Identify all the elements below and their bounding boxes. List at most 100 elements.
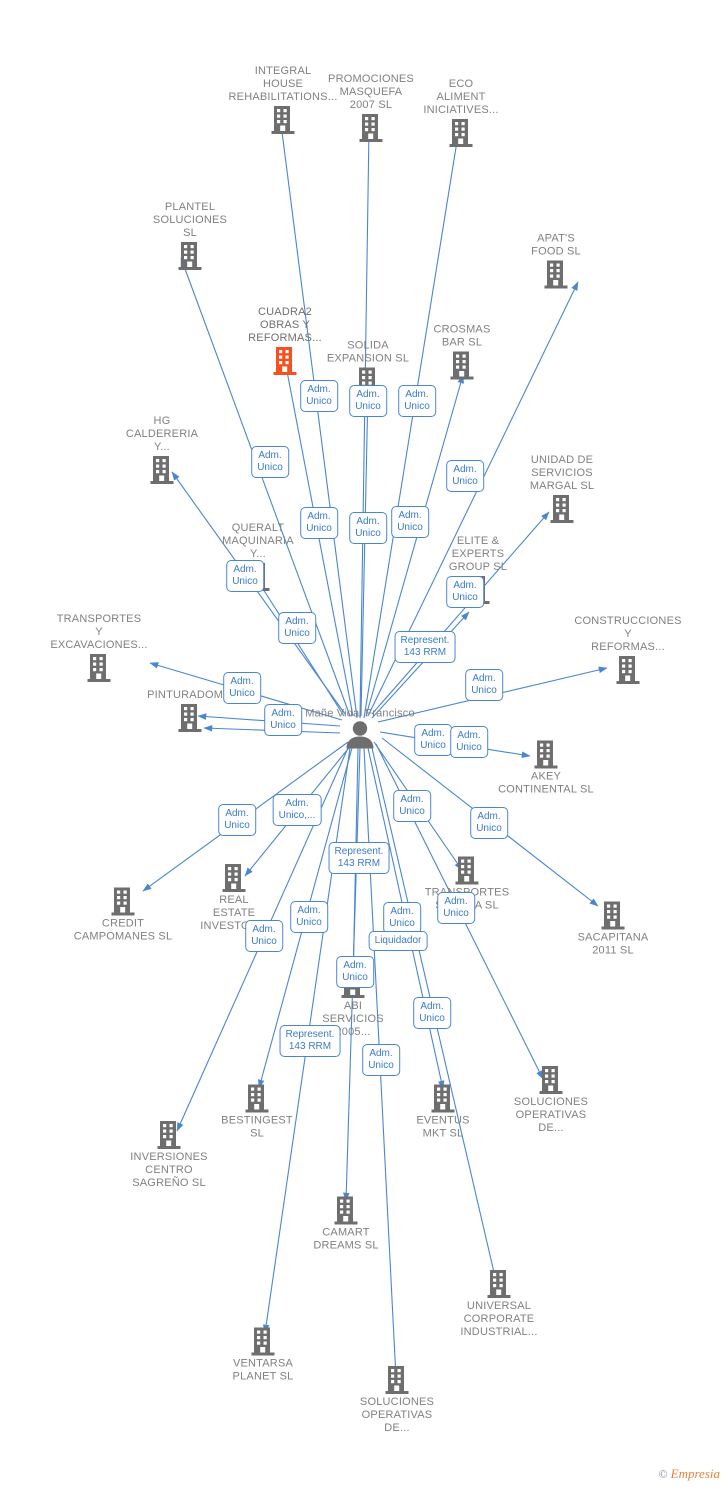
relationship-label[interactable]: Adm. Unico <box>251 446 289 478</box>
company-label-transportes-exc: TRANSPORTES Y EXCAVACIONES... <box>50 613 148 651</box>
company-node-universal-corporate[interactable]: UNIVERSAL CORPORATE INDUSTRIAL... <box>439 1269 559 1339</box>
company-node-transportes-exc[interactable]: TRANSPORTES Y EXCAVACIONES... <box>39 613 159 683</box>
relationship-label[interactable]: Adm. Unico <box>245 920 283 952</box>
building-icon <box>496 260 616 290</box>
company-label-akey-continental: AKEY CONTINENTAL SL <box>498 770 594 796</box>
relationship-label[interactable]: Adm. Unico <box>393 790 431 822</box>
company-label-ventarsa-planet: VENTARSA PLANET SL <box>232 1357 294 1383</box>
building-icon <box>402 351 522 381</box>
relationship-label[interactable]: Adm. Unico <box>336 956 374 988</box>
building-icon <box>102 455 222 485</box>
company-node-akey-continental[interactable]: AKEY CONTINENTAL SL <box>486 740 606 797</box>
relationship-label[interactable]: Adm. Unico <box>437 892 475 924</box>
building-icon <box>491 1065 611 1095</box>
building-icon <box>407 856 527 886</box>
company-node-plantel-soluciones[interactable]: PLANTEL SOLUCIONES SL <box>130 201 250 271</box>
center-person-node[interactable]: Mañe Vidal Francisco <box>300 708 420 749</box>
company-node-sacapitana[interactable]: SACAPITANA 2011 SL <box>553 901 673 958</box>
company-label-eco-aliment: ECO ALIMENT INICIATIVES... <box>423 78 499 116</box>
company-label-unidad-margal: UNIDAD DE SERVICIOS MARGAL SL <box>529 454 595 492</box>
company-label-soluciones-op-right: SOLUCIONES OPERATIVAS DE... <box>513 1096 589 1134</box>
company-node-credit-campomanes[interactable]: CREDIT CAMPOMANES SL <box>63 887 183 944</box>
company-label-hg-caldereria: HG CALDERERIA Y... <box>125 415 199 453</box>
building-icon <box>439 1269 559 1299</box>
edge-queralt-maquinaria[interactable] <box>255 577 345 717</box>
company-node-unidad-margal[interactable]: UNIDAD DE SERVICIOS MARGAL SL <box>502 454 622 524</box>
company-node-soluciones-op-bottom[interactable]: SOLUCIONES OPERATIVAS DE... <box>337 1365 457 1435</box>
company-label-crosmas-bar: CROSMAS BAR SL <box>433 323 491 349</box>
relationship-graph: INTEGRAL HOUSE REHABILITATIONS... PROMOCI… <box>0 0 728 1500</box>
building-icon <box>486 740 606 770</box>
relationship-label[interactable]: Adm. Unico <box>465 669 503 701</box>
person-icon <box>300 721 420 749</box>
company-node-crosmas-bar[interactable]: CROSMAS BAR SL <box>402 324 522 381</box>
relationship-label[interactable]: Adm. Unico <box>383 902 421 934</box>
company-node-ventarsa-planet[interactable]: VENTARSA PLANET SL <box>203 1327 323 1384</box>
relationship-label[interactable]: Adm. Unico <box>413 997 451 1029</box>
building-icon <box>203 1327 323 1357</box>
center-person-label: Mañe Vidal Francisco <box>305 707 415 720</box>
building-icon <box>383 1084 503 1114</box>
building-icon <box>39 653 159 683</box>
building-icon <box>109 1120 229 1150</box>
company-label-elite-experts: ELITE & EXPERTS GROUP SL <box>448 535 508 573</box>
company-label-sacapitana: SACAPITANA 2011 SL <box>577 931 649 957</box>
relationship-label[interactable]: Adm. Unico <box>349 512 387 544</box>
building-icon <box>502 494 622 524</box>
building-icon <box>130 703 250 733</box>
building-icon <box>197 1084 317 1114</box>
edge-promociones-masquefa[interactable] <box>359 129 373 719</box>
company-node-eco-aliment[interactable]: ECO ALIMENT INICIATIVES... <box>401 78 521 148</box>
company-node-eventus-mkt[interactable]: EVENTUS MKT SL <box>383 1084 503 1141</box>
building-icon <box>337 1365 457 1395</box>
company-label-inversiones-sagreno: INVERSIONES CENTRO SAGREÑO SL <box>130 1151 208 1189</box>
company-label-soluciones-op-bottom: SOLUCIONES OPERATIVAS DE... <box>359 1396 435 1434</box>
relationship-label[interactable]: Adm. Unico <box>300 507 338 539</box>
company-node-soluciones-op-right[interactable]: SOLUCIONES OPERATIVAS DE... <box>491 1065 611 1135</box>
company-node-camart-dreams[interactable]: CAMART DREAMS SL <box>286 1196 406 1253</box>
relationship-label[interactable]: Represent. 143 RRM <box>279 1025 341 1057</box>
building-icon <box>286 1196 406 1226</box>
relationship-label[interactable]: Represent. 143 RRM <box>328 842 390 874</box>
edge-layer <box>142 123 608 1379</box>
relationship-label[interactable]: Adm. Unico <box>362 1044 400 1076</box>
relationship-label[interactable]: Adm. Unico <box>398 385 436 417</box>
relationship-label[interactable]: Adm. Unico,... <box>272 794 322 826</box>
company-node-construcciones-ref[interactable]: CONSTRUCCIONES Y REFORMAS... <box>568 615 688 685</box>
relationship-label[interactable]: Adm. Unico <box>264 704 302 736</box>
relationship-label[interactable]: Adm. Unico <box>290 901 328 933</box>
copyright-symbol: © <box>658 1466 668 1481</box>
building-icon <box>553 901 673 931</box>
relationship-label[interactable]: Adm. Unico <box>450 726 488 758</box>
company-node-inversiones-sagreno[interactable]: INVERSIONES CENTRO SAGREÑO SL <box>109 1120 229 1190</box>
relationship-label[interactable]: Adm. Unico <box>278 612 316 644</box>
brand-name: Empresia <box>670 1466 720 1481</box>
building-icon <box>568 655 688 685</box>
company-node-hg-caldereria[interactable]: HG CALDERERIA Y... <box>102 415 222 485</box>
company-label-construcciones-ref: CONSTRUCCIONES Y REFORMAS... <box>574 615 682 653</box>
edge-solida-expansion[interactable] <box>360 389 372 717</box>
company-label-apats-food: APAT'S FOOD SL <box>531 232 581 258</box>
relationship-label[interactable]: Adm. Unico <box>226 560 264 592</box>
relationship-label[interactable]: Adm. Unico <box>223 672 261 704</box>
company-label-plantel-soluciones: PLANTEL SOLUCIONES SL <box>152 201 228 239</box>
company-label-eventus-mkt: EVENTUS MKT SL <box>416 1114 470 1140</box>
relationship-label[interactable]: Adm. Unico <box>218 804 256 836</box>
relationship-label[interactable]: Liquidador <box>368 931 428 951</box>
relationship-label[interactable]: Adm. Unico <box>300 380 338 412</box>
relationship-label[interactable]: Adm. Unico <box>446 576 484 608</box>
relationship-label[interactable]: Adm. Unico <box>349 385 387 417</box>
company-label-universal-corporate: UNIVERSAL CORPORATE INDUSTRIAL... <box>460 1300 538 1338</box>
relationship-label[interactable]: Adm. Unico <box>470 807 508 839</box>
building-icon <box>174 863 294 893</box>
company-node-apats-food[interactable]: APAT'S FOOD SL <box>496 233 616 290</box>
building-icon <box>63 887 183 917</box>
edge-elite-experts[interactable] <box>371 611 470 719</box>
building-icon <box>130 241 250 271</box>
relationship-label[interactable]: Adm. Unico <box>391 506 429 538</box>
watermark: © Empresia <box>659 1466 720 1482</box>
relationship-label[interactable]: Represent. 143 RRM <box>394 631 456 663</box>
relationship-label[interactable]: Adm. Unico <box>446 460 484 492</box>
building-icon <box>401 118 521 148</box>
company-label-camart-dreams: CAMART DREAMS SL <box>313 1226 379 1252</box>
